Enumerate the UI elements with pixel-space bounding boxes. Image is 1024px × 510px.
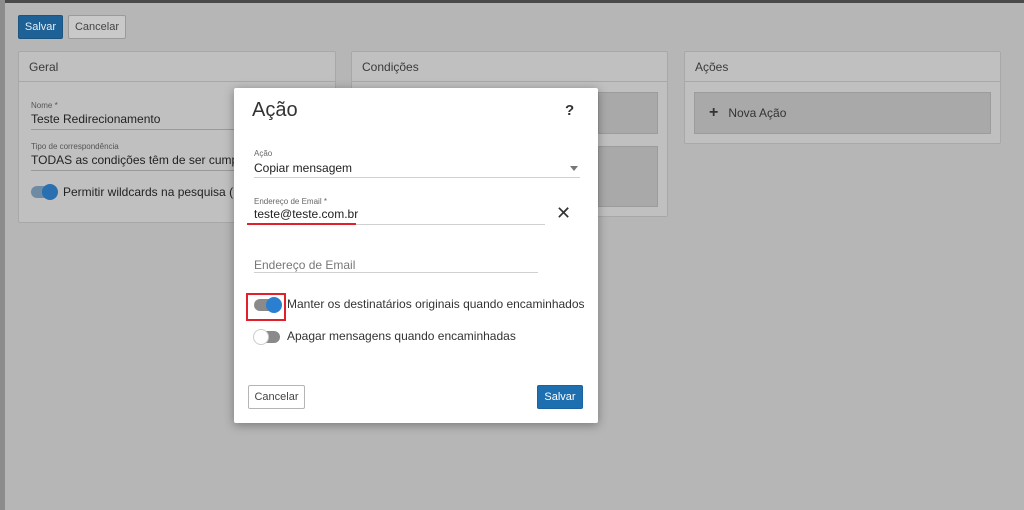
wildcard-label: Permitir wildcards na pesquisa ( * e (63, 185, 234, 199)
action-select-underline (254, 177, 580, 178)
panel-condicoes-title: Condições (352, 52, 667, 82)
email2-field[interactable]: Endereço de Email (254, 258, 355, 272)
email2-field-underline (254, 272, 538, 273)
wildcard-toggle[interactable] (31, 184, 58, 200)
keep-recipients-label: Manter os destinatários originais quando… (287, 297, 585, 311)
close-icon[interactable]: ✕ (556, 204, 571, 222)
name-field[interactable]: Teste Redirecionamento (31, 112, 160, 126)
delete-messages-toggle[interactable] (253, 329, 280, 345)
help-icon[interactable]: ? (565, 102, 574, 119)
plus-icon: + (709, 104, 719, 121)
name-field-underline (31, 129, 234, 130)
new-action-button[interactable]: + Nova Ação (694, 92, 991, 134)
match-type-label: Tipo de correspondência (31, 142, 119, 151)
panel-geral-title: Geral (19, 52, 335, 82)
action-label: Ação (254, 149, 273, 158)
modal-cancel-button[interactable]: Cancelar (248, 385, 305, 409)
cancel-button[interactable]: Cancelar (68, 15, 126, 39)
action-modal: Ação ? Ação Copiar mensagem Endereço de … (234, 88, 598, 423)
match-type-underline (31, 170, 234, 171)
left-border (0, 0, 5, 510)
email-highlight-underline (247, 223, 356, 225)
top-border (0, 0, 1024, 3)
modal-save-button[interactable]: Salvar (537, 385, 583, 409)
condition-block-1[interactable] (598, 92, 658, 134)
action-select[interactable]: Copiar mensagem (254, 161, 352, 175)
new-action-label: Nova Ação (728, 106, 787, 120)
chevron-down-icon[interactable] (570, 166, 578, 171)
email-label: Endereço de Email * (254, 197, 327, 206)
match-type-select[interactable]: TODAS as condições têm de ser cumpridas (31, 153, 234, 167)
condition-block-2[interactable] (598, 146, 658, 207)
wildcard-toggle-knob (42, 184, 58, 200)
delete-messages-label: Apagar mensagens quando encaminhadas (287, 329, 516, 343)
email-field[interactable]: teste@teste.com.br (254, 207, 358, 221)
panel-acoes-title: Ações (685, 52, 1000, 82)
modal-title: Ação (252, 99, 298, 121)
delete-messages-toggle-knob (253, 329, 269, 345)
save-button[interactable]: Salvar (18, 15, 63, 39)
keep-recipients-toggle-knob (266, 297, 282, 313)
name-label: Nome * (31, 101, 58, 110)
keep-recipients-toggle[interactable] (254, 297, 282, 313)
